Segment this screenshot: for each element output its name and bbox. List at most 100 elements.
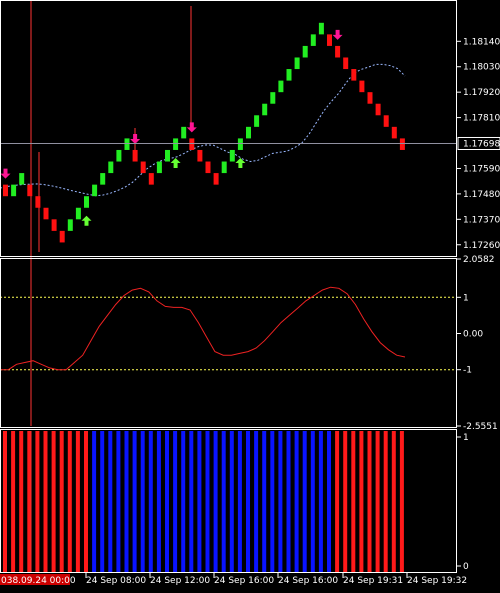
histogram-bar <box>343 431 348 572</box>
histogram-bar <box>286 431 291 572</box>
histogram-bar <box>35 431 40 572</box>
histogram-bar <box>140 431 145 572</box>
renko-brick <box>205 161 211 174</box>
price-tick-label: 1.17260 <box>463 241 500 251</box>
renko-brick <box>148 173 154 185</box>
histogram-bar <box>132 431 137 572</box>
histogram-bar <box>116 431 121 572</box>
renko-brick <box>173 138 179 150</box>
price-tick-label: 1.17920 <box>463 88 500 98</box>
histogram-bar <box>237 431 242 572</box>
histogram-bar <box>221 431 226 572</box>
osc-tick-label: 2.0582 <box>463 255 495 265</box>
osc-tick-label: -2.5551 <box>463 422 498 432</box>
buy-arrow-icon <box>235 157 246 168</box>
histogram-bar <box>3 431 7 572</box>
renko-brick <box>11 184 17 197</box>
current-price-label: 1.17698 <box>463 139 500 149</box>
histogram-bar <box>173 431 178 572</box>
time-tick-label: 24 Sep 19:32 <box>407 576 467 586</box>
histogram-bar <box>383 431 388 572</box>
histogram-bar <box>351 431 356 572</box>
oscillator-panel-frame <box>0 258 457 428</box>
renko-brick <box>27 184 33 197</box>
histogram-panel: 10 <box>3 431 469 572</box>
histogram-bar <box>156 431 161 572</box>
renko-brick <box>375 103 381 116</box>
price-tick-label: 1.18030 <box>463 63 500 73</box>
histogram-bar <box>246 431 250 572</box>
histogram-bar <box>43 431 48 572</box>
renko-brick <box>302 45 308 58</box>
price-tick-label: 1.17370 <box>463 215 500 225</box>
histogram-bar <box>229 431 234 572</box>
time-tick-label: 24 Sep 19:31 <box>343 576 403 586</box>
sell-arrow-icon <box>130 133 141 144</box>
renko-brick <box>116 149 122 162</box>
histogram-bar <box>51 431 56 572</box>
histogram-bar <box>391 431 396 572</box>
histogram-bar <box>327 431 331 572</box>
time-axis: 038.09.24 00:00 24 Sep 08:00 24 Sep 12:00 2… <box>0 573 467 586</box>
hist-tick-label: 1 <box>463 433 469 443</box>
renko-brick <box>197 149 203 162</box>
renko-brick <box>351 69 357 81</box>
chart-canvas: 1.18140 1.18030 1.17920 1.17810 1.17590 1.174… <box>0 0 500 586</box>
renko-brick <box>100 173 106 185</box>
renko-brick <box>391 126 397 139</box>
histogram-bar <box>262 431 267 572</box>
moving-average-line <box>0 63 406 197</box>
renko-brick <box>75 207 81 220</box>
renko-brick <box>165 149 170 162</box>
renko-brick <box>213 173 219 185</box>
osc-tick-label: -1 <box>463 366 472 376</box>
renko-brick <box>140 161 146 174</box>
histogram-bar <box>278 431 283 572</box>
price-tick-label: 1.17810 <box>463 114 500 124</box>
renko-brick <box>367 92 373 104</box>
histogram-bar <box>335 431 340 572</box>
sell-arrow-icon <box>332 29 343 40</box>
renko-brick <box>359 80 365 93</box>
renko-brick <box>19 173 25 185</box>
renko-brick <box>310 34 316 46</box>
time-tick-label: 24 Sep 16:00 <box>278 576 338 586</box>
renko-brick <box>327 34 332 46</box>
renko-brick <box>383 115 389 127</box>
price-tick-label: 1.18140 <box>463 37 500 47</box>
renko-brick <box>43 207 49 220</box>
osc-tick-label: 0.00 <box>463 330 483 340</box>
buy-arrow-icon <box>81 215 92 226</box>
renko-brick <box>270 92 276 104</box>
buy-arrow-icon <box>170 157 181 168</box>
histogram-bar <box>75 431 80 572</box>
renko-brick <box>278 80 284 93</box>
price-tick-label: 1.17590 <box>463 164 500 174</box>
histogram-bar <box>11 431 16 572</box>
histogram-bar <box>367 431 372 572</box>
histogram-bar <box>399 431 404 572</box>
renko-brick <box>221 161 227 174</box>
renko-brick <box>132 149 138 162</box>
time-tick-label: 24 Sep 08:00 <box>86 576 146 586</box>
renko-brick <box>92 184 98 197</box>
histogram-bar <box>148 431 153 572</box>
histogram-bar <box>375 431 380 572</box>
histogram-bar <box>318 431 323 572</box>
renko-brick <box>399 138 405 150</box>
sell-arrow-icon <box>186 122 197 133</box>
renko-brick <box>108 161 114 174</box>
renko-brick <box>3 184 8 197</box>
price-panel: 1.18140 1.18030 1.17920 1.17810 1.17590 1.174… <box>0 0 500 258</box>
histogram-bar <box>270 431 275 572</box>
renko-brick <box>156 161 162 174</box>
renko-brick <box>254 115 260 127</box>
renko-brick <box>124 138 130 150</box>
renko-brick <box>343 57 349 70</box>
renko-brick <box>84 196 89 208</box>
histogram-bar <box>181 431 186 572</box>
renko-brick <box>286 69 292 81</box>
histogram-bar <box>359 431 364 572</box>
histogram-bar <box>100 431 105 572</box>
renko-brick <box>35 196 41 208</box>
